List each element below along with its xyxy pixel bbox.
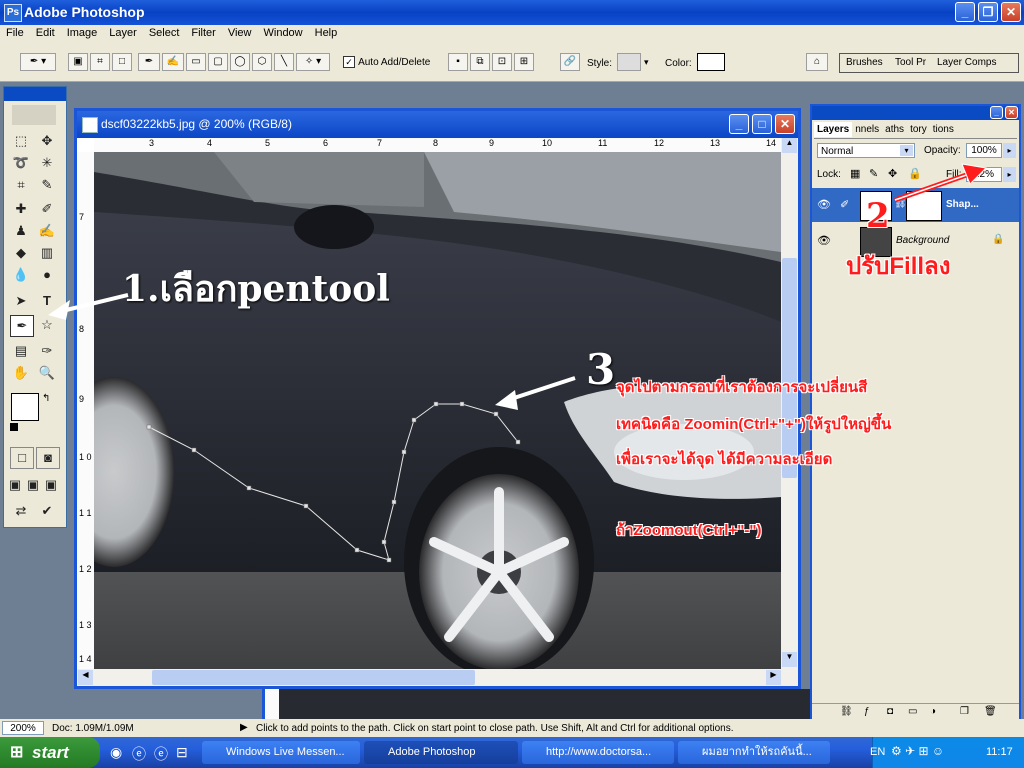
internet-explorer-icon[interactable]: ⓔ xyxy=(132,744,146,764)
annotation-step3-number: 3 xyxy=(586,345,616,394)
task-browser-doctorsa[interactable]: http://www.doctorsa... xyxy=(522,741,674,764)
task-label: Windows Live Messen... xyxy=(226,746,345,758)
annotation-step3-line2: เทคนิดคือ Zoomin(Ctrl+"+")ให้รูปใหญ่ขึ้น xyxy=(616,416,892,433)
document-size: Doc: 1.09M/1.09M xyxy=(52,723,134,734)
task-label: ผมอยากทำให้รถคันนี้... xyxy=(702,746,812,758)
status-bar: 200% Doc: 1.09M/1.09M ▶ Click to add poi… xyxy=(0,719,1024,737)
start-button[interactable]: ⊞ start xyxy=(0,737,100,768)
annotation-step2-number: 2 xyxy=(866,196,890,236)
system-tray: EN ⚙ ✈ ⊞ ☺ 11:17 xyxy=(870,737,1024,768)
taskbar: ⊞ start ◉ ⓔ ⓔ ⊟ Windows Live Messen... A… xyxy=(0,737,1024,768)
clock: 11:17 xyxy=(986,746,1013,758)
browser-icon[interactable]: ⓔ xyxy=(154,744,168,764)
annotation-step2-text: ปรับFillลง xyxy=(846,253,951,280)
task-label: Adobe Photoshop xyxy=(388,746,476,758)
task-browser-forum[interactable]: ผมอยากทำให้รถคันนี้... xyxy=(678,741,830,764)
firefox-icon[interactable]: ◉ xyxy=(110,744,122,761)
task-label: http://www.doctorsa... xyxy=(546,746,652,758)
arrow-step3 xyxy=(495,376,576,410)
zoom-level-input[interactable]: 200% xyxy=(2,721,44,735)
status-menu-arrow-icon[interactable]: ▶ xyxy=(240,722,248,733)
annotation-step3-line3: เพื่อเราจะได้จุด ได้มีความละเอียด xyxy=(616,451,833,468)
annotation-step3-line1: จุดไปตามกรอบที่เราต้องการจะเปลี่ยนสี xyxy=(616,379,868,396)
zoom-level-value: 200% xyxy=(10,723,36,734)
language-indicator[interactable]: EN xyxy=(870,746,885,758)
annotation-step3-line4: ถ้าZoomout(Ctrl+"-") xyxy=(616,522,762,539)
start-label: start xyxy=(32,743,69,762)
status-hint: Click to add points to the path. Click o… xyxy=(256,723,734,734)
annotation-arrows xyxy=(48,163,988,410)
task-adobe-photoshop[interactable]: Adobe Photoshop xyxy=(364,741,518,764)
arrow-step2 xyxy=(894,163,988,203)
tray-icons[interactable]: ⚙ ✈ ⊞ ☺ xyxy=(891,744,944,758)
task-windows-live-messenger[interactable]: Windows Live Messen... xyxy=(202,741,360,764)
arrow-step1 xyxy=(48,293,129,320)
quicklaunch-icon[interactable]: ⊟ xyxy=(176,744,188,761)
windows-logo-icon: ⊞ xyxy=(10,744,24,761)
